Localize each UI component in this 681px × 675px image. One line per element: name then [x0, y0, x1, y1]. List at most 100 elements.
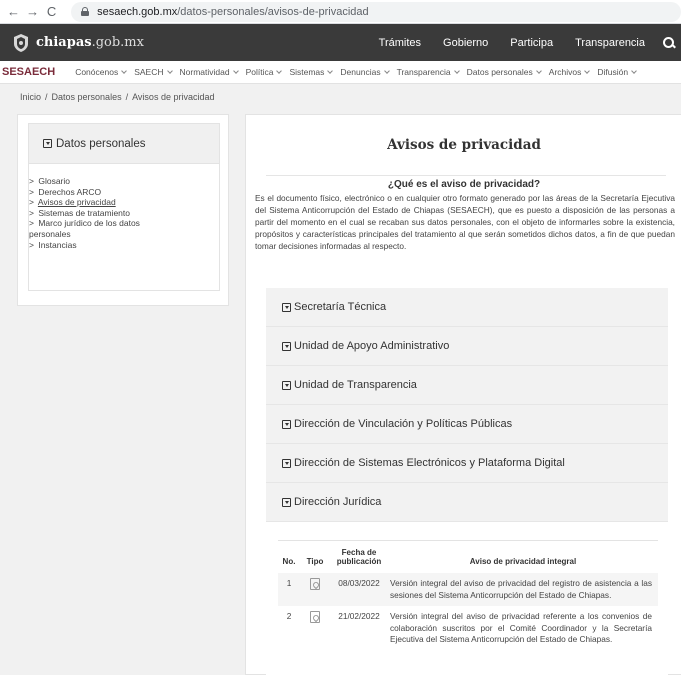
avisos-table: No. Tipo Fecha de publicación Aviso de pr…	[278, 541, 658, 651]
caret-down-box-icon	[282, 380, 291, 390]
sidebar-menu: > Glosario > Derechos ARCO > Avisos de p…	[29, 164, 219, 250]
sidebar-item-marco-juridico[interactable]: > Marco jurídico de los datos	[29, 218, 219, 229]
accordion-label: Dirección Jurídica	[294, 496, 382, 508]
subnav-item-saech[interactable]: SAECH	[134, 67, 173, 77]
chevron-down-icon	[453, 67, 460, 74]
nav-link-tramites[interactable]: Trámites	[379, 37, 421, 49]
site-logo-text[interactable]: chiapas.gob.mx	[36, 35, 144, 50]
breadcrumb-datos-personales[interactable]: Datos personales	[52, 92, 122, 102]
pdf-file-icon[interactable]	[310, 578, 320, 590]
accordion-label: Dirección de Sistemas Electrónicos y Pla…	[294, 457, 565, 469]
chevron-down-icon	[232, 67, 239, 74]
breadcrumb: Inicio / Datos personales / Avisos de privac…	[20, 92, 214, 102]
main-content: Avisos de privacidad ¿Qué es el aviso de…	[245, 114, 681, 675]
col-header-aviso: Aviso de privacidad integral	[469, 557, 577, 566]
accordion-unidad-apoyo-administrativo[interactable]: Unidad de Apoyo Administrativo	[266, 327, 668, 366]
subnav-label: Sistemas	[289, 67, 325, 77]
subnav-item-transparencia[interactable]: Transparencia	[397, 67, 460, 77]
sidebar-item-avisos-de-privacidad[interactable]: > Avisos de privacidad	[29, 197, 219, 208]
sidebar-item-label: Glosario	[38, 176, 70, 186]
reload-icon[interactable]: C	[42, 4, 61, 19]
nav-link-gobierno[interactable]: Gobierno	[443, 37, 488, 49]
chevron-down-icon	[327, 67, 334, 74]
subnav-item-archivos[interactable]: Archivos	[548, 67, 591, 77]
back-arrow-icon[interactable]: ←	[4, 4, 23, 19]
pdf-file-icon[interactable]	[310, 611, 320, 623]
title-divider	[266, 175, 666, 176]
caret-down-box-icon	[282, 302, 291, 312]
address-bar[interactable]: sesaech.gob.mx/datos-personales/avisos-d…	[71, 1, 681, 22]
chiapas-shield-logo-icon[interactable]	[12, 33, 30, 53]
subnav-label: Difusión	[597, 67, 629, 77]
col-header-tipo: Tipo	[306, 557, 324, 566]
top-navigation: Trámites Gobierno Participa Transparenci…	[357, 36, 681, 49]
chevron-down-icon	[166, 67, 173, 74]
subnav-item-sistemas[interactable]: Sistemas	[289, 67, 334, 77]
chevron-down-icon	[535, 67, 542, 74]
chevron-down-icon	[631, 67, 637, 74]
sidebar: Datos personales > Glosario > Derechos A…	[17, 114, 229, 306]
sidebar-item-label: Avisos de privacidad	[37, 197, 116, 208]
sidebar-header: Datos personales	[29, 124, 219, 164]
accordion-direccion-juridica[interactable]: Dirección Jurídica	[266, 483, 668, 522]
accordion-direccion-vinculacion[interactable]: Dirección de Vinculación y Políticas Púb…	[266, 405, 668, 444]
accordion-secretaria-tecnica[interactable]: Secretaría Técnica	[266, 288, 668, 327]
brand-sesaech[interactable]: SESAECH	[2, 66, 55, 78]
chevron-down-icon	[276, 67, 283, 74]
accordion-label: Secretaría Técnica	[294, 301, 387, 313]
accordion-direccion-sistemas[interactable]: Dirección de Sistemas Electrónicos y Pla…	[266, 444, 668, 483]
url-path: /datos-personales/avisos-de-privacidad	[177, 5, 369, 18]
breadcrumb-inicio[interactable]: Inicio	[20, 92, 41, 102]
table-row: 2 21/02/2022 Versión integral del aviso …	[278, 606, 658, 651]
sidebar-item-label: Sistemas de tratamiento	[38, 207, 130, 218]
sidebar-item-derechos-arco[interactable]: > Derechos ARCO	[29, 187, 219, 198]
sidebar-item-label: Marco jurídico de los datos	[38, 218, 140, 229]
subnav-label: Archivos	[548, 67, 582, 77]
sidebar-title: Datos personales	[56, 137, 146, 150]
accordion-label: Dirección de Vinculación y Políticas Púb…	[294, 418, 513, 430]
sidebar-item-instancias[interactable]: > Instancias	[29, 240, 219, 251]
logo-domain: .gob.mx	[91, 35, 144, 50]
subnav-item-datos-personales[interactable]: Datos personales	[467, 67, 542, 77]
chevron-down-icon	[383, 67, 390, 74]
subnav-item-normatividad[interactable]: Normatividad	[180, 67, 239, 77]
cell-fecha: 21/02/2022	[338, 611, 380, 621]
breadcrumb-separator: /	[45, 92, 48, 102]
cell-aviso-link[interactable]: Versión integral del aviso de privacidad…	[388, 573, 658, 606]
browser-toolbar: ← → C sesaech.gob.mx/datos-personales/av…	[0, 0, 681, 24]
sidebar-item-sistemas-de-tratamiento[interactable]: > Sistemas de tratamiento	[29, 208, 219, 219]
sidebar-item-marco-juridico-cont[interactable]: personales	[29, 229, 219, 240]
caret-down-box-icon	[43, 139, 52, 148]
sidebar-panel: Datos personales > Glosario > Derechos A…	[28, 123, 220, 291]
caret-down-box-icon	[282, 458, 291, 468]
sidebar-item-glosario[interactable]: > Glosario	[29, 176, 219, 187]
lock-icon	[81, 7, 90, 16]
nav-link-participa[interactable]: Participa	[510, 37, 553, 49]
cell-aviso-link[interactable]: Versión integral del aviso de privacidad…	[388, 606, 658, 651]
subnav-item-politica[interactable]: Política	[246, 67, 283, 77]
subnav-label: Denuncias	[340, 67, 381, 77]
subnav-item-denuncias[interactable]: Denuncias	[340, 67, 390, 77]
search-icon[interactable]	[663, 36, 675, 49]
sidebar-item-label: Instancias	[38, 239, 77, 250]
site-header: chiapas.gob.mx Trámites Gobierno Partici…	[0, 24, 681, 61]
accordion-label: Unidad de Transparencia	[294, 379, 417, 391]
col-header-fecha-line2: publicación	[336, 557, 382, 566]
table-header-row: No. Tipo Fecha de publicación Aviso de pr…	[278, 541, 658, 573]
col-header-fecha-line1: Fecha de	[341, 548, 377, 557]
cell-no: 2	[286, 611, 292, 621]
sidebar-item-label: personales	[29, 228, 71, 239]
url-host: sesaech.gob.mx	[97, 5, 178, 18]
section-question: ¿Qué es el aviso de privacidad?	[387, 179, 541, 190]
chevron-down-icon	[584, 67, 591, 74]
forward-arrow-icon[interactable]: →	[23, 4, 42, 19]
chevron-down-icon	[121, 67, 128, 74]
cell-fecha: 08/03/2022	[338, 578, 380, 588]
nav-link-transparencia[interactable]: Transparencia	[575, 37, 645, 49]
caret-down-box-icon	[282, 341, 291, 351]
accordion-unidad-transparencia[interactable]: Unidad de Transparencia	[266, 366, 668, 405]
subnav-item-conocenos[interactable]: Conócenos	[75, 67, 128, 77]
accordion: Secretaría Técnica Unidad de Apoyo Admin…	[266, 288, 668, 675]
accordion-label: Unidad de Apoyo Administrativo	[294, 340, 450, 352]
subnav-item-difusion[interactable]: Difusión	[597, 67, 637, 77]
